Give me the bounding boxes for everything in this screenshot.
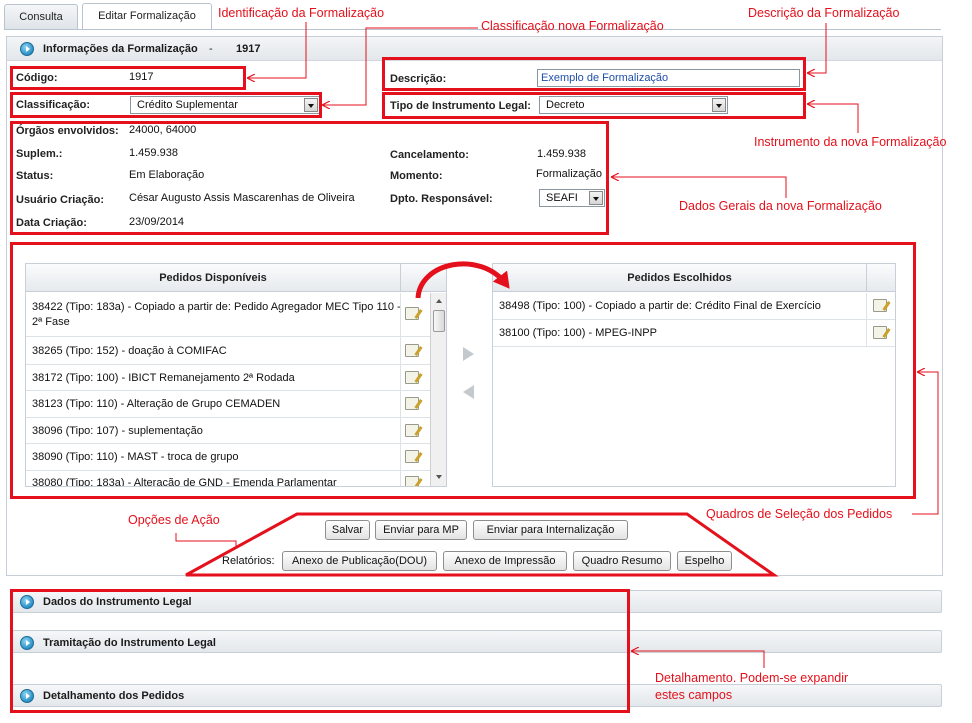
annotation-quadros: Quadros de Seleção dos Pedidos (706, 507, 893, 521)
annotation-classificacao: Classificação nova Formalização (481, 19, 664, 33)
annotation-descricao: Descrição da Formalização (748, 6, 900, 20)
annotation-opcoes: Opções de Ação (128, 513, 220, 527)
annotation-overlay (175, 22, 939, 668)
annotation-detalhamento-line2: estes campos (655, 688, 733, 702)
annotation-dados-gerais: Dados Gerais da nova Formalização (679, 199, 882, 213)
annotation-trapezoid-acoes (185, 512, 779, 577)
annotation-instrumento: Instrumento da nova Formalização (754, 135, 947, 149)
annotation-identificacao: Identificação da Formalização (218, 6, 385, 20)
annotation-detalhamento-line1: Detalhamento. Podem-se expandir (655, 671, 849, 685)
